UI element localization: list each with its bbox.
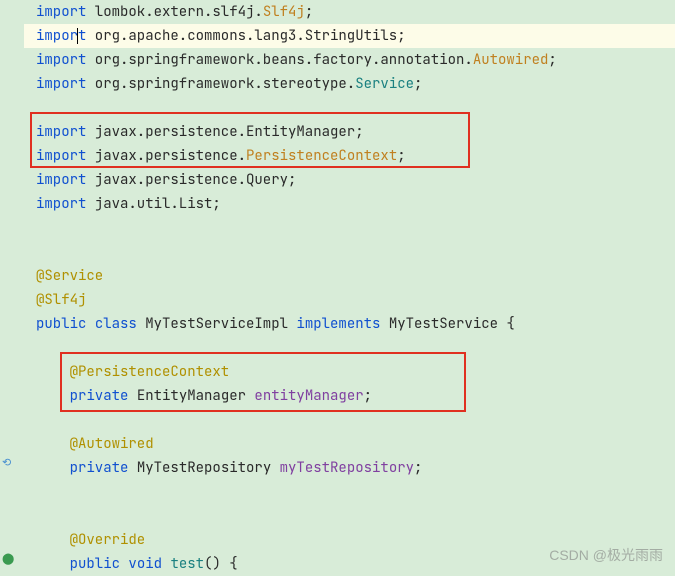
code-line[interactable]: @PersistenceContext xyxy=(24,360,675,384)
code-line[interactable] xyxy=(24,504,675,528)
code-line[interactable]: @Override xyxy=(24,528,675,552)
code-line[interactable] xyxy=(24,480,675,504)
code-line[interactable] xyxy=(24,240,675,264)
code-line[interactable]: import javax.persistence.PersistenceCont… xyxy=(24,144,675,168)
code-line[interactable]: import lombok.extern.slf4j.Slf4j; xyxy=(24,0,675,24)
code-line[interactable]: @Autowired xyxy=(24,432,675,456)
code-line[interactable]: private MyTestRepository myTestRepositor… xyxy=(24,456,675,480)
code-line[interactable]: import org.apache.commons.lang3.StringUt… xyxy=(24,24,675,48)
code-line[interactable]: public void test() { xyxy=(24,552,675,576)
gutter-icon: ⬤ xyxy=(2,552,18,568)
gutter: ⟲ ⬤ xyxy=(0,0,24,575)
code-editor[interactable]: ⟲ ⬤ import lombok.extern.slf4j.Slf4j;imp… xyxy=(0,0,675,575)
code-line[interactable] xyxy=(24,216,675,240)
code-line[interactable]: import org.springframework.beans.factory… xyxy=(24,48,675,72)
code-area[interactable]: import lombok.extern.slf4j.Slf4j;import … xyxy=(24,0,675,575)
code-line[interactable]: @Service xyxy=(24,264,675,288)
code-line[interactable]: @Slf4j xyxy=(24,288,675,312)
code-line[interactable] xyxy=(24,96,675,120)
gutter-icon: ⟲ xyxy=(2,456,18,472)
code-line[interactable]: public class MyTestServiceImpl implement… xyxy=(24,312,675,336)
code-line[interactable]: import org.springframework.stereotype.Se… xyxy=(24,72,675,96)
code-line[interactable]: import javax.persistence.Query; xyxy=(24,168,675,192)
code-line[interactable]: import java.util.List; xyxy=(24,192,675,216)
code-line[interactable]: import javax.persistence.EntityManager; xyxy=(24,120,675,144)
code-line[interactable] xyxy=(24,408,675,432)
code-line[interactable] xyxy=(24,336,675,360)
code-line[interactable]: private EntityManager entityManager; xyxy=(24,384,675,408)
